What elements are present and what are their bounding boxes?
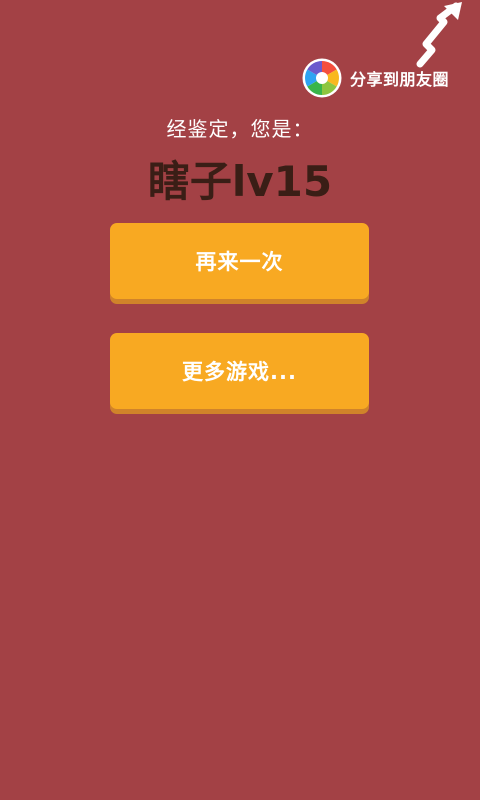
result-intro: 经鉴定，您是： xyxy=(166,117,314,141)
more-games-button[interactable]: 更多游戏... xyxy=(110,333,369,409)
result-title: 瞎子lv15 xyxy=(147,157,333,206)
share-label: 分享到朋友圈 xyxy=(350,70,450,89)
retry-button[interactable]: 再来一次 xyxy=(110,223,369,299)
share-to-moments-button[interactable]: 分享到朋友圈 xyxy=(302,58,449,98)
camera-aperture-icon xyxy=(302,58,342,98)
